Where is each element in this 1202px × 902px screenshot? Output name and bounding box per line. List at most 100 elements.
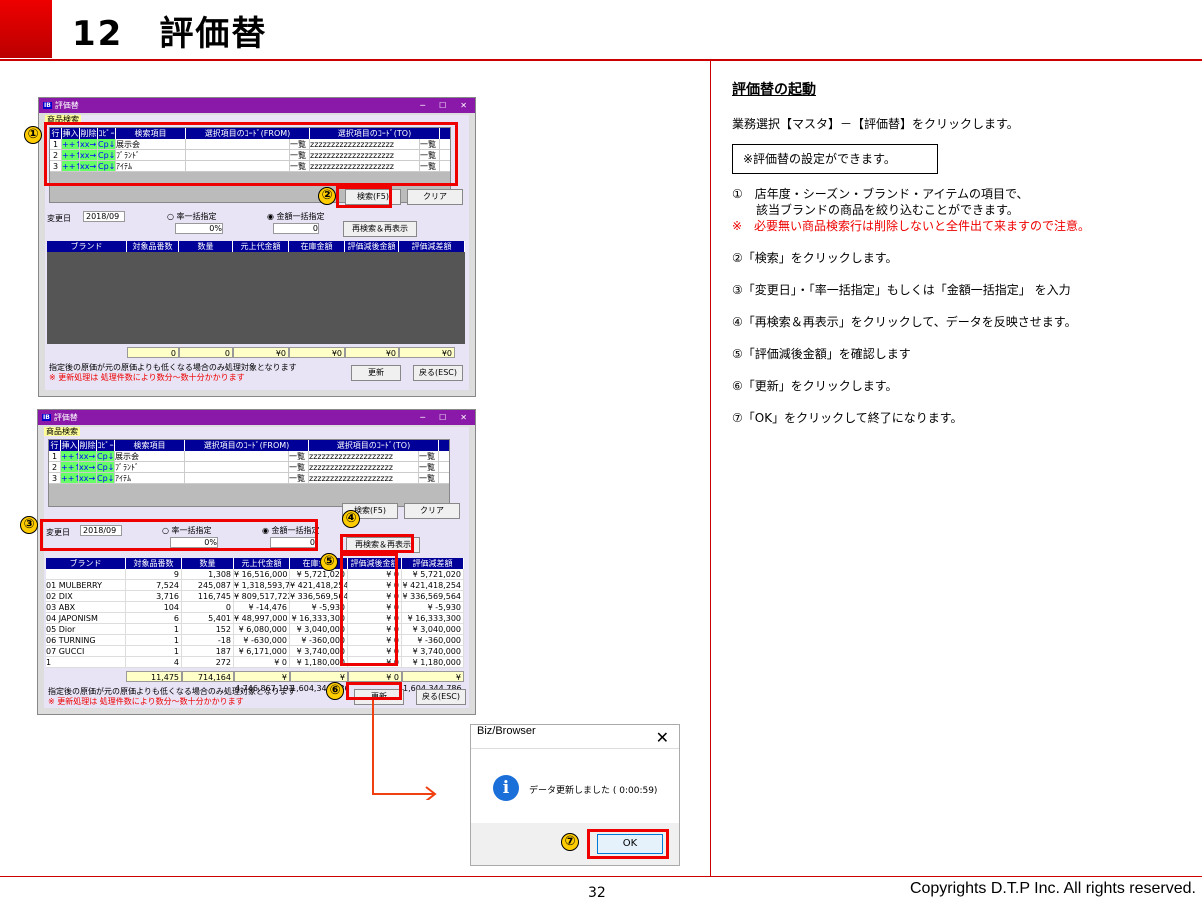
copy-button[interactable]: Cp↓	[97, 462, 115, 472]
copyright: Copyrights D.T.P Inc. All rights reserve…	[909, 880, 1196, 897]
col-from: 選択項目のｺｰﾄﾞ(FROM)	[185, 440, 309, 451]
list-button[interactable]: 一覧	[419, 462, 439, 472]
delete-button[interactable]: xx→	[79, 473, 97, 483]
date-label: 変更日	[47, 214, 71, 223]
table-cell: 02 DIX	[46, 591, 126, 601]
dialog-close-icon[interactable]: ✕	[656, 728, 669, 747]
table-cell: 1	[126, 646, 182, 656]
amount-input[interactable]: 0	[273, 223, 319, 234]
copy-button[interactable]: Cp↓	[97, 473, 115, 483]
window-titlebar: IB 評価替 ─ ☐ ✕	[39, 98, 475, 113]
to-input[interactable]: zzzzzzzzzzzzzzzzzzzz	[309, 462, 419, 472]
col-count: 対象品番数	[127, 241, 179, 252]
list-button[interactable]: 一覧	[419, 451, 439, 461]
header-accent	[0, 0, 52, 58]
list-button[interactable]: 一覧	[289, 462, 309, 472]
item-select[interactable]: 展示会	[115, 451, 185, 461]
result-grid-header: ブランド 対象品番数 数量 元上代金額 在庫金額 評価減後金額 評価減差額	[47, 241, 465, 252]
from-input[interactable]	[185, 473, 289, 483]
insert-button[interactable]: ++↑	[61, 451, 79, 461]
result-grid-header: ブランド 対象品番数 数量 元上代金額 在庫金額 評価減後金額 評価減差額	[46, 558, 464, 569]
copy-button[interactable]: Cp↓	[97, 451, 115, 461]
col-insert: 挿入	[61, 440, 79, 451]
window-title: 評価替	[53, 413, 78, 422]
rate-radio[interactable]: ○ 率一括指定	[167, 211, 217, 222]
table-row[interactable]: 01 MULBERRY7,524245,087¥ 1,318,593,787 ¥ …	[46, 580, 464, 591]
warning-note: ※ 更新処理は 処理件数により数分～数十分かかります	[48, 697, 244, 706]
date-input[interactable]: 2018/09	[83, 211, 125, 222]
list-button[interactable]: 一覧	[289, 451, 309, 461]
table-row[interactable]: 07 GUCCI 1 187 ¥ 6,171,000 ¥ 3,740,000 ¥ 0 ¥ 3…	[46, 646, 464, 657]
amount-label: 金額一括指定	[276, 212, 325, 221]
app-window-after: IB 評価替 ─ ☐ ✕ 商品検索 行挿入 削除 ｺﾋﾟｰ 検索項目 選択項目のｺｰﾄﾞ(FRO…	[37, 409, 476, 715]
row-number: 1	[49, 451, 61, 461]
list-button[interactable]: 一覧	[419, 473, 439, 483]
insert-button[interactable]: ++↑	[61, 462, 79, 472]
table-row[interactable]: 9 1,308 ¥ 16,516,000 ¥ 5,721,020 ¥ 0 ¥ 5,721,…	[46, 569, 464, 580]
from-input[interactable]	[185, 451, 289, 461]
table-row[interactable]: 1 4 272 ¥ 0 ¥ 1,180,000 ¥ 0 ¥ 1,180,000	[46, 657, 464, 668]
table-cell: ¥ -630,000	[234, 635, 290, 645]
step-5: ⑤「評価減後金額」を確認します	[732, 347, 911, 361]
delete-button[interactable]: xx→	[79, 451, 97, 461]
item-select[interactable]: ﾌﾞﾗﾝﾄﾞ	[115, 462, 185, 472]
research-button[interactable]: 再検索＆再表示	[343, 221, 417, 237]
from-input[interactable]	[185, 462, 289, 472]
clear-button[interactable]: クリア	[404, 503, 460, 519]
total-cell: ¥ 0	[348, 671, 402, 682]
col-delete: 削除	[79, 440, 97, 451]
marker-5: ⑤	[320, 553, 338, 571]
table-cell: ¥ 809,517,722	[234, 591, 290, 601]
table-cell: 06 TURNING	[46, 635, 126, 645]
total-cell: 11,475	[126, 671, 182, 682]
rate-label: 率一括指定	[176, 212, 217, 221]
result-grid-empty	[47, 252, 465, 344]
table-row[interactable]: 05 Dior 1 152 ¥ 6,080,000 ¥ 3,040,000 ¥ 0 ¥ 3,…	[46, 624, 464, 635]
rate-input[interactable]: 0%	[175, 223, 223, 234]
info-icon: i	[493, 775, 519, 801]
list-button[interactable]: 一覧	[289, 473, 309, 483]
result-grid-body: 9 1,308 ¥ 16,516,000 ¥ 5,721,020 ¥ 0 ¥ 5,721,…	[46, 569, 464, 668]
col-diff: 評価減差額	[399, 241, 465, 252]
table-row[interactable]: 02 DIX 3,716 116,745 ¥ 809,517,722 ¥ 336,569…	[46, 591, 464, 602]
section-heading: 評価替の起動	[732, 82, 816, 98]
minimize-icon[interactable]: ─	[420, 413, 425, 422]
delete-button[interactable]: xx→	[79, 462, 97, 472]
table-row[interactable]: 06 TURNING 1 -18 ¥ -630,000 ¥ -360,000 ¥ 0 ¥ -…	[46, 635, 464, 646]
total-cell: ¥0	[345, 347, 399, 358]
warning-text: ※ 必要無い商品検索行は削除しないと全件出て来ますので注意。	[732, 219, 1091, 233]
table-cell: ¥ 16,516,000	[234, 569, 290, 579]
table-row[interactable]: 04 JAPONISM 6 5,401 ¥ 48,997,000 ¥ 16,333,30…	[46, 613, 464, 624]
note-box: ※評価替の設定ができます。	[732, 144, 938, 174]
insert-button[interactable]: ++↑	[61, 473, 79, 483]
header-divider	[0, 59, 1202, 61]
table-cell: 116,745	[182, 591, 234, 601]
window-titlebar: IB 評価替 ─ ☐ ✕	[38, 410, 475, 425]
to-input[interactable]: zzzzzzzzzzzzzzzzzzzz	[309, 451, 419, 461]
close-icon[interactable]: ✕	[460, 101, 467, 110]
minimize-icon[interactable]: ─	[420, 101, 425, 110]
item-select[interactable]: ｱｲﾃﾑ	[115, 473, 185, 483]
update-button[interactable]: 更新	[351, 365, 401, 381]
maximize-icon[interactable]: ☐	[439, 413, 446, 422]
back-button[interactable]: 戻る(ESC)	[413, 365, 463, 381]
maximize-icon[interactable]: ☐	[439, 101, 446, 110]
marker-4: ④	[342, 510, 360, 528]
highlight-research-button	[340, 534, 414, 553]
step-7: ⑦「OK」をクリックして終了になります。	[732, 411, 963, 425]
clear-button[interactable]: クリア	[407, 189, 463, 205]
table-row[interactable]: 03 ABX 104 0 ¥ -14,476 ¥ -5,930 ¥ 0 ¥ -5,930	[46, 602, 464, 613]
highlight-ok-button	[587, 829, 669, 859]
col-count: 対象品番数	[126, 558, 182, 569]
tab-product-search[interactable]: 商品検索	[44, 427, 80, 436]
footer-divider	[0, 876, 1202, 877]
amount-radio[interactable]: ◉ 金額一括指定	[267, 211, 325, 222]
close-icon[interactable]: ✕	[460, 413, 467, 422]
to-input[interactable]: zzzzzzzzzzzzzzzzzzzz	[309, 473, 419, 483]
instructions: 評価替の起動 業務選択【マスタ】－【評価替】をクリックします。 ※評価替の設定が…	[732, 82, 1192, 442]
table-cell: 01 MULBERRY	[46, 580, 126, 590]
highlight-search-button	[336, 186, 392, 208]
marker-7: ⑦	[561, 833, 579, 851]
table-cell: ¥ -360,000	[402, 635, 464, 645]
highlight-after-column	[340, 553, 398, 666]
